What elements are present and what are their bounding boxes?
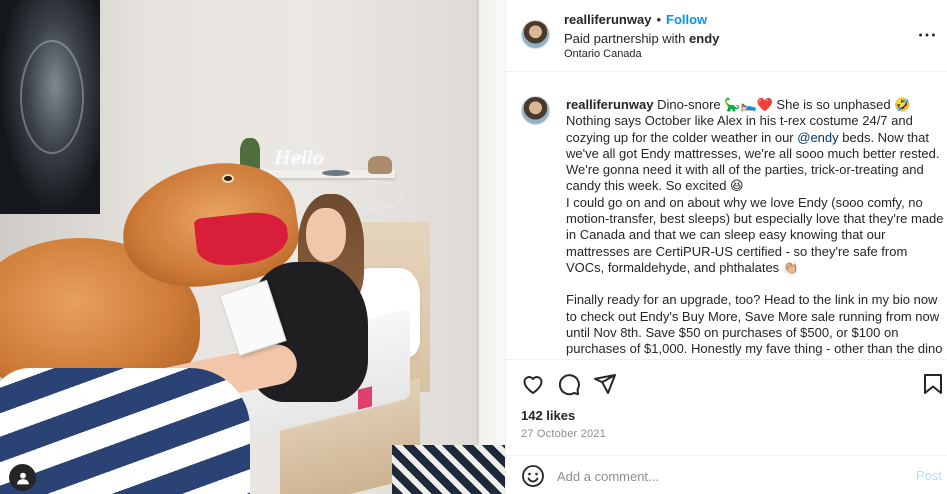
window-frame xyxy=(476,0,505,494)
emoji-picker-button[interactable] xyxy=(521,464,545,488)
floor-rug xyxy=(392,445,505,494)
like-button[interactable] xyxy=(521,372,545,396)
deer-figurine xyxy=(368,156,392,174)
send-icon xyxy=(594,374,616,394)
post-date: 27 October 2021 xyxy=(521,428,606,440)
caption-line1: Dino-snore 🦕🛌❤️ She is so unphased 🤣 xyxy=(657,97,911,112)
more-horizontal-icon xyxy=(919,33,935,37)
share-button[interactable] xyxy=(593,372,617,396)
caption-username[interactable]: realliferunway xyxy=(566,97,653,112)
paid-partnership-line: Paid partnership with endy xyxy=(564,31,719,46)
striped-blanket xyxy=(0,368,250,494)
follow-button[interactable]: Follow xyxy=(666,12,707,27)
separator-dot: • xyxy=(656,12,661,27)
endy-mention-link[interactable]: @endy xyxy=(797,130,838,145)
partnership-label: Paid partnership with xyxy=(564,31,686,46)
neon-sign: Hello xyxy=(275,148,324,169)
caption-paragraph-3: Finally ready for an upgrade, too? Head … xyxy=(566,292,943,358)
post-photo[interactable]: Hello xyxy=(0,0,505,494)
trex-costume-eye xyxy=(222,174,234,183)
comment-bar: Post xyxy=(506,455,947,494)
user-icon xyxy=(16,472,29,484)
comment-button[interactable] xyxy=(557,372,581,396)
likes-count[interactable]: 142 likes xyxy=(521,408,575,423)
user-tag-icon[interactable] xyxy=(9,464,36,491)
post-comment-button[interactable]: Post xyxy=(916,468,942,483)
post-header: realliferunway • Follow Paid partnership… xyxy=(506,0,947,72)
mattress-brand-tag xyxy=(358,386,372,410)
author-username[interactable]: realliferunway xyxy=(564,12,651,27)
comment-input[interactable] xyxy=(557,465,877,487)
author-line: realliferunway • Follow xyxy=(564,12,707,27)
caption-author-avatar[interactable] xyxy=(521,96,550,125)
heart-icon xyxy=(523,376,543,394)
caption-first-paragraph: realliferunway Dino-snore 🦕🛌❤️ She is so… xyxy=(566,97,944,195)
save-button[interactable] xyxy=(921,372,945,396)
more-options-button[interactable] xyxy=(916,24,938,46)
smiley-icon xyxy=(522,465,544,487)
location-link[interactable]: Ontario Canada xyxy=(564,48,642,60)
girl-face xyxy=(306,208,346,262)
caption-text: realliferunway Dino-snore 🦕🛌❤️ She is so… xyxy=(566,97,944,358)
caption-paragraph-2: I could go on and on about why we love E… xyxy=(566,194,944,275)
post-details-panel: realliferunway • Follow Paid partnership… xyxy=(505,0,947,494)
comment-icon xyxy=(558,374,580,396)
action-bar xyxy=(506,359,947,407)
bookmark-icon xyxy=(924,374,942,394)
shark-figurine xyxy=(322,170,350,176)
caption-section: realliferunway Dino-snore 🦕🛌❤️ She is so… xyxy=(506,73,947,358)
wall-artwork xyxy=(0,0,100,214)
author-avatar[interactable] xyxy=(521,20,550,49)
partner-link[interactable]: endy xyxy=(689,31,719,46)
